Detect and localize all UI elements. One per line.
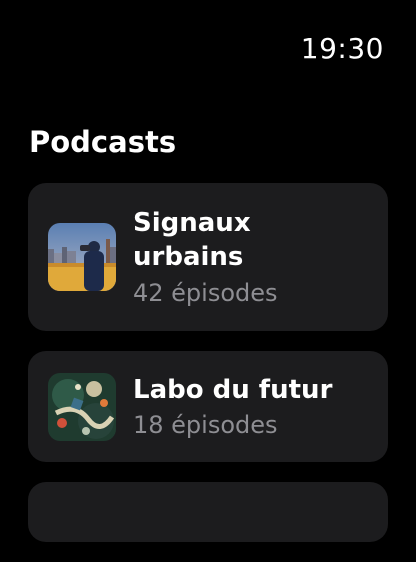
podcast-title: Labo du futur <box>133 374 333 405</box>
podcast-title: Signaux urbains <box>133 208 251 272</box>
podcast-list: Signaux urbains 42 épisodes Labo du futu… <box>28 183 388 562</box>
podcast-card-partial[interactable] <box>28 482 388 542</box>
episode-count: 42 épisodes <box>133 278 278 307</box>
podcast-card-signaux-urbains[interactable]: Signaux urbains 42 épisodes <box>28 183 388 331</box>
episode-count: 18 épisodes <box>133 411 278 440</box>
page-title: Podcasts <box>29 125 177 159</box>
city-skyline-artwork-icon <box>48 223 116 291</box>
abstract-collage-artwork-icon <box>48 372 116 441</box>
podcast-card-labo-du-futur[interactable]: Labo du futur 18 épisodes <box>28 351 388 462</box>
status-time: 19:30 <box>300 32 384 65</box>
